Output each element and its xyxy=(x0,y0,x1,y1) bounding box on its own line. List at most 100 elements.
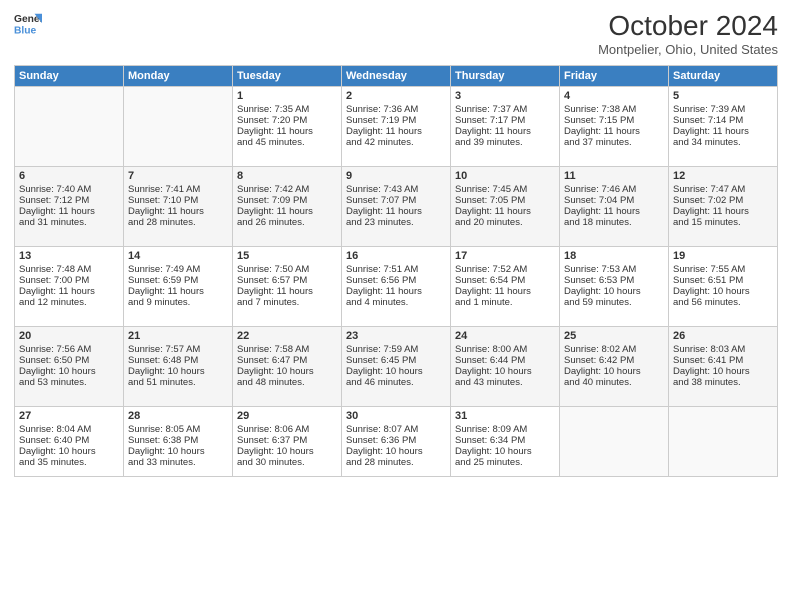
table-row: 1Sunrise: 7:35 AMSunset: 7:20 PMDaylight… xyxy=(233,87,342,167)
day-number: 2 xyxy=(346,90,446,102)
day-info-line: Sunset: 6:38 PM xyxy=(128,435,228,446)
day-number: 25 xyxy=(564,330,664,342)
day-info-line: Sunset: 7:20 PM xyxy=(237,115,337,126)
day-number: 7 xyxy=(128,170,228,182)
day-info-line: Sunrise: 8:05 AM xyxy=(128,424,228,435)
day-info-line: Sunrise: 7:43 AM xyxy=(346,184,446,195)
day-info-line: Daylight: 10 hours xyxy=(564,366,664,377)
day-info-line: Sunset: 7:17 PM xyxy=(455,115,555,126)
day-number: 22 xyxy=(237,330,337,342)
day-number: 8 xyxy=(237,170,337,182)
table-row: 27Sunrise: 8:04 AMSunset: 6:40 PMDayligh… xyxy=(15,407,124,477)
day-info-line: and 1 minute. xyxy=(455,297,555,308)
day-info-line: Sunrise: 7:57 AM xyxy=(128,344,228,355)
day-info-line: Sunrise: 7:50 AM xyxy=(237,264,337,275)
day-info-line: Sunrise: 7:55 AM xyxy=(673,264,773,275)
day-info-line: Daylight: 11 hours xyxy=(346,286,446,297)
day-number: 4 xyxy=(564,90,664,102)
day-info-line: Sunrise: 7:48 AM xyxy=(19,264,119,275)
day-number: 30 xyxy=(346,410,446,422)
table-row: 16Sunrise: 7:51 AMSunset: 6:56 PMDayligh… xyxy=(342,247,451,327)
day-info-line: Daylight: 11 hours xyxy=(346,126,446,137)
day-number: 5 xyxy=(673,90,773,102)
day-number: 18 xyxy=(564,250,664,262)
day-info-line: and 30 minutes. xyxy=(237,457,337,468)
day-info-line: Sunset: 7:00 PM xyxy=(19,275,119,286)
day-number: 17 xyxy=(455,250,555,262)
day-info-line: Sunset: 6:47 PM xyxy=(237,355,337,366)
day-info-line: Daylight: 10 hours xyxy=(19,446,119,457)
table-row: 13Sunrise: 7:48 AMSunset: 7:00 PMDayligh… xyxy=(15,247,124,327)
day-info-line: Daylight: 11 hours xyxy=(455,286,555,297)
day-info-line: Daylight: 11 hours xyxy=(237,126,337,137)
day-info-line: Sunrise: 7:40 AM xyxy=(19,184,119,195)
day-info-line: Daylight: 11 hours xyxy=(19,286,119,297)
day-info-line: Sunrise: 7:37 AM xyxy=(455,104,555,115)
day-info-line: Sunrise: 7:59 AM xyxy=(346,344,446,355)
day-info-line: and 31 minutes. xyxy=(19,217,119,228)
page: General Blue October 2024 Montpelier, Oh… xyxy=(0,0,792,612)
day-info-line: and 40 minutes. xyxy=(564,377,664,388)
day-info-line: Sunset: 6:50 PM xyxy=(19,355,119,366)
table-row: 21Sunrise: 7:57 AMSunset: 6:48 PMDayligh… xyxy=(124,327,233,407)
day-info-line: Sunset: 6:45 PM xyxy=(346,355,446,366)
day-info-line: and 25 minutes. xyxy=(455,457,555,468)
day-info-line: Daylight: 11 hours xyxy=(128,286,228,297)
table-row: 23Sunrise: 7:59 AMSunset: 6:45 PMDayligh… xyxy=(342,327,451,407)
day-info-line: Daylight: 10 hours xyxy=(455,366,555,377)
day-info-line: Sunrise: 8:04 AM xyxy=(19,424,119,435)
day-info-line: Sunset: 6:59 PM xyxy=(128,275,228,286)
day-info-line: Sunset: 7:09 PM xyxy=(237,195,337,206)
table-row: 9Sunrise: 7:43 AMSunset: 7:07 PMDaylight… xyxy=(342,167,451,247)
day-info-line: Sunset: 6:41 PM xyxy=(673,355,773,366)
day-info-line: Daylight: 11 hours xyxy=(346,206,446,217)
table-row: 11Sunrise: 7:46 AMSunset: 7:04 PMDayligh… xyxy=(560,167,669,247)
col-thursday: Thursday xyxy=(451,66,560,87)
day-info-line: and 38 minutes. xyxy=(673,377,773,388)
day-number: 14 xyxy=(128,250,228,262)
day-info-line: and 35 minutes. xyxy=(19,457,119,468)
table-row: 18Sunrise: 7:53 AMSunset: 6:53 PMDayligh… xyxy=(560,247,669,327)
table-row: 10Sunrise: 7:45 AMSunset: 7:05 PMDayligh… xyxy=(451,167,560,247)
day-info-line: Sunset: 6:54 PM xyxy=(455,275,555,286)
day-info-line: Sunrise: 7:36 AM xyxy=(346,104,446,115)
day-info-line: Sunrise: 7:41 AM xyxy=(128,184,228,195)
day-info-line: Sunrise: 7:52 AM xyxy=(455,264,555,275)
day-info-line: and 15 minutes. xyxy=(673,217,773,228)
day-info-line: Sunset: 7:19 PM xyxy=(346,115,446,126)
day-info-line: Daylight: 11 hours xyxy=(455,206,555,217)
day-info-line: and 42 minutes. xyxy=(346,137,446,148)
day-info-line: and 59 minutes. xyxy=(564,297,664,308)
main-title: October 2024 xyxy=(598,10,778,42)
table-row: 15Sunrise: 7:50 AMSunset: 6:57 PMDayligh… xyxy=(233,247,342,327)
day-info-line: Sunset: 6:53 PM xyxy=(564,275,664,286)
col-friday: Friday xyxy=(560,66,669,87)
day-info-line: Sunrise: 8:07 AM xyxy=(346,424,446,435)
col-sunday: Sunday xyxy=(15,66,124,87)
day-info-line: Sunrise: 7:58 AM xyxy=(237,344,337,355)
day-number: 29 xyxy=(237,410,337,422)
day-info-line: Daylight: 11 hours xyxy=(564,206,664,217)
table-row: 29Sunrise: 8:06 AMSunset: 6:37 PMDayligh… xyxy=(233,407,342,477)
calendar-header-row: Sunday Monday Tuesday Wednesday Thursday… xyxy=(15,66,778,87)
day-info-line: and 46 minutes. xyxy=(346,377,446,388)
table-row: 5Sunrise: 7:39 AMSunset: 7:14 PMDaylight… xyxy=(669,87,778,167)
day-info-line: and 20 minutes. xyxy=(455,217,555,228)
day-info-line: Daylight: 11 hours xyxy=(237,206,337,217)
logo: General Blue xyxy=(14,10,42,38)
day-info-line: Daylight: 11 hours xyxy=(673,126,773,137)
day-info-line: Daylight: 11 hours xyxy=(237,286,337,297)
day-info-line: Daylight: 10 hours xyxy=(673,286,773,297)
day-info-line: Daylight: 11 hours xyxy=(455,126,555,137)
day-info-line: and 9 minutes. xyxy=(128,297,228,308)
day-number: 10 xyxy=(455,170,555,182)
day-info-line: and 48 minutes. xyxy=(237,377,337,388)
day-info-line: Sunrise: 8:06 AM xyxy=(237,424,337,435)
day-info-line: Sunset: 6:40 PM xyxy=(19,435,119,446)
col-wednesday: Wednesday xyxy=(342,66,451,87)
day-info-line: Sunrise: 8:03 AM xyxy=(673,344,773,355)
day-number: 12 xyxy=(673,170,773,182)
day-info-line: Sunset: 6:51 PM xyxy=(673,275,773,286)
table-row: 30Sunrise: 8:07 AMSunset: 6:36 PMDayligh… xyxy=(342,407,451,477)
day-info-line: Daylight: 11 hours xyxy=(128,206,228,217)
